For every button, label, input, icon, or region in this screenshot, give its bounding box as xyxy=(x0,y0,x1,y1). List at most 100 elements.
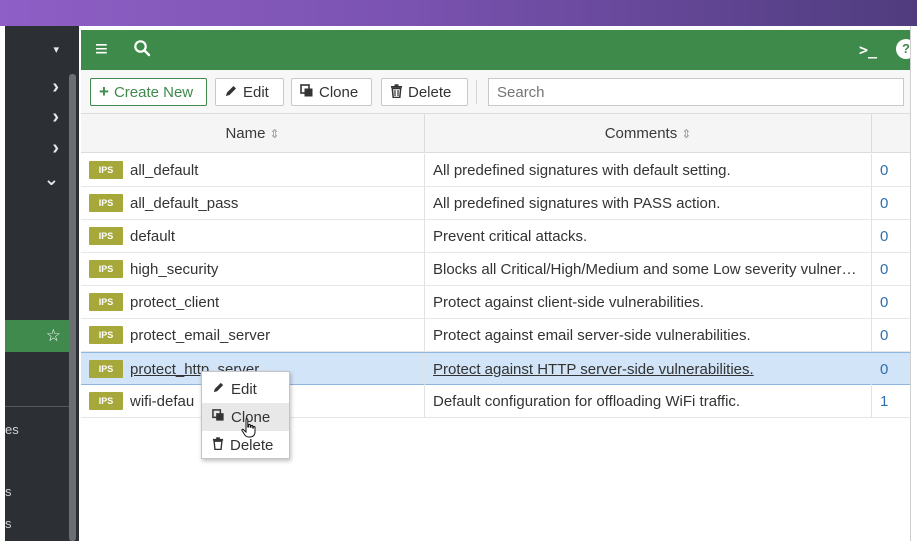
clone-button[interactable]: Clone xyxy=(291,78,372,106)
chevron-right-icon: › xyxy=(52,105,59,128)
sensor-name[interactable]: default xyxy=(130,228,175,245)
table-row[interactable]: IPS protect_client Protect against client-… xyxy=(81,286,910,319)
sidebar-collapse-toggle[interactable]: ▾ xyxy=(5,34,69,64)
sensor-comment: Blocks all Critical/High/Medium and some… xyxy=(433,260,857,278)
pencil-icon xyxy=(212,381,225,397)
column-header-name-label: Name xyxy=(225,125,266,142)
context-menu: Edit Clone Delete xyxy=(201,371,290,459)
sort-icon[interactable]: ⇕ xyxy=(269,127,279,141)
table-row[interactable]: IPS high_security Blocks all Critical/High… xyxy=(81,253,910,286)
cell-name[interactable]: IPS all_default_pass xyxy=(81,187,425,219)
pencil-icon xyxy=(224,84,238,101)
sidebar-item-4[interactable]: ⌄ xyxy=(5,164,69,194)
ref-count-link[interactable]: 0 xyxy=(880,162,888,179)
cell-comments: Default configuration for offloading WiF… xyxy=(425,385,872,417)
table-row[interactable]: IPS protect_email_server Protect against e… xyxy=(81,319,910,352)
ref-count-link[interactable]: 0 xyxy=(880,361,888,378)
create-new-button[interactable]: + Create New xyxy=(90,78,207,106)
ips-badge: IPS xyxy=(89,326,123,344)
cell-name[interactable]: IPS high_security xyxy=(81,253,425,285)
sensor-name[interactable]: all_default xyxy=(130,162,198,179)
cell-comments: All predefined signatures with PASS acti… xyxy=(425,187,872,219)
cell-ref-count[interactable]: 0 xyxy=(872,353,910,385)
sidebar-item-fragment[interactable]: es xyxy=(5,422,19,437)
column-header-comments[interactable]: Comments ⇕ xyxy=(425,114,872,153)
cell-ref-count[interactable]: 0 xyxy=(872,319,910,351)
ips-badge: IPS xyxy=(89,260,123,278)
cell-comments: Protect against client-side vulnerabilit… xyxy=(425,286,872,318)
sensor-name[interactable]: wifi-defau xyxy=(130,393,194,410)
sidebar-item-1[interactable]: › xyxy=(5,72,69,102)
sidebar-item-active[interactable]: ☆ xyxy=(5,320,69,352)
sidebar-item-fragment[interactable]: s xyxy=(5,484,12,499)
cell-ref-count[interactable]: 0 xyxy=(872,253,910,285)
cell-ref-count[interactable]: 1 xyxy=(872,385,910,417)
ref-count-link[interactable]: 0 xyxy=(880,327,888,344)
clone-icon xyxy=(300,83,314,101)
table-row[interactable]: IPS all_default_pass All predefined signat… xyxy=(81,187,910,220)
right-page-edge xyxy=(910,26,917,541)
ref-count-link[interactable]: 0 xyxy=(880,261,888,278)
toolbar: + Create New Edit Clone Delete xyxy=(81,70,910,114)
table-row[interactable]: IPS default Prevent critical attacks. 0 xyxy=(81,220,910,253)
ips-badge: IPS xyxy=(89,360,123,378)
ips-badge: IPS xyxy=(89,293,123,311)
sidebar-scrollbar[interactable] xyxy=(69,74,76,541)
sensor-name[interactable]: high_security xyxy=(130,261,218,278)
sensor-comment: Protect against email server-side vulner… xyxy=(433,326,751,344)
context-menu-edit-label: Edit xyxy=(231,380,257,398)
cell-ref-count[interactable]: 0 xyxy=(872,286,910,318)
app-window: ▾ › › › ⌄ ☆ es s s ≡ >_ ? + Create New E… xyxy=(0,0,917,541)
cell-name[interactable]: IPS protect_client xyxy=(81,286,425,318)
chevron-right-icon: › xyxy=(52,136,59,159)
ips-badge: IPS xyxy=(89,194,123,212)
table-header: Name ⇕ Comments ⇕ xyxy=(81,114,910,153)
cell-ref-count[interactable]: 0 xyxy=(872,187,910,219)
trash-icon xyxy=(212,437,224,453)
star-icon[interactable]: ☆ xyxy=(46,326,61,346)
sidebar-item-fragment[interactable]: s xyxy=(5,516,12,531)
cell-comments: Protect against HTTP server-side vulnera… xyxy=(425,353,872,385)
search-input[interactable] xyxy=(488,78,904,106)
sensor-name[interactable]: all_default_pass xyxy=(130,195,238,212)
sensor-name[interactable]: protect_client xyxy=(130,294,219,311)
chevron-down-icon: ⌄ xyxy=(43,168,59,189)
sensor-comment: Protect against client-side vulnerabilit… xyxy=(433,293,704,311)
sort-icon[interactable]: ⇕ xyxy=(681,127,691,141)
ips-badge: IPS xyxy=(89,392,123,410)
column-header-ref[interactable] xyxy=(872,114,910,153)
clone-label: Clone xyxy=(319,83,359,101)
main-content: + Create New Edit Clone Delete Search Na… xyxy=(81,70,910,541)
sidebar-item-2[interactable]: › xyxy=(5,102,69,132)
ips-badge: IPS xyxy=(89,161,123,179)
ref-count-link[interactable]: 0 xyxy=(880,228,888,245)
context-menu-edit[interactable]: Edit xyxy=(202,375,289,403)
column-header-comments-label: Comments xyxy=(604,125,678,142)
ref-count-link[interactable]: 0 xyxy=(880,195,888,212)
search-icon[interactable] xyxy=(133,39,151,62)
cell-name[interactable]: IPS protect_email_server xyxy=(81,319,425,351)
hamburger-menu-icon[interactable]: ≡ xyxy=(95,36,108,62)
hand-cursor-icon xyxy=(241,418,257,444)
clone-icon xyxy=(212,409,225,425)
chevron-right-icon: › xyxy=(52,75,59,98)
column-header-name[interactable]: Name ⇕ xyxy=(81,114,425,153)
sensor-comment: Protect against HTTP server-side vulnera… xyxy=(433,360,754,378)
ref-count-link[interactable]: 1 xyxy=(880,393,888,410)
cli-console-icon[interactable]: >_ xyxy=(859,41,877,59)
cell-comments: Protect against email server-side vulner… xyxy=(425,319,872,351)
edit-button[interactable]: Edit xyxy=(215,78,284,106)
sidebar-divider xyxy=(5,406,69,407)
table-row[interactable]: IPS all_default All predefined signatures … xyxy=(81,154,910,187)
cell-ref-count[interactable]: 0 xyxy=(872,154,910,186)
sensor-name[interactable]: protect_email_server xyxy=(130,327,270,344)
cell-name[interactable]: IPS default xyxy=(81,220,425,252)
cell-comments: All predefined signatures with default s… xyxy=(425,154,872,186)
cell-ref-count[interactable]: 0 xyxy=(872,220,910,252)
ips-badge: IPS xyxy=(89,227,123,245)
sidebar-item-3[interactable]: › xyxy=(5,133,69,163)
create-new-label: Create New xyxy=(113,83,194,101)
ref-count-link[interactable]: 0 xyxy=(880,294,888,311)
delete-button[interactable]: Delete xyxy=(381,78,468,106)
cell-name[interactable]: IPS all_default xyxy=(81,154,425,186)
